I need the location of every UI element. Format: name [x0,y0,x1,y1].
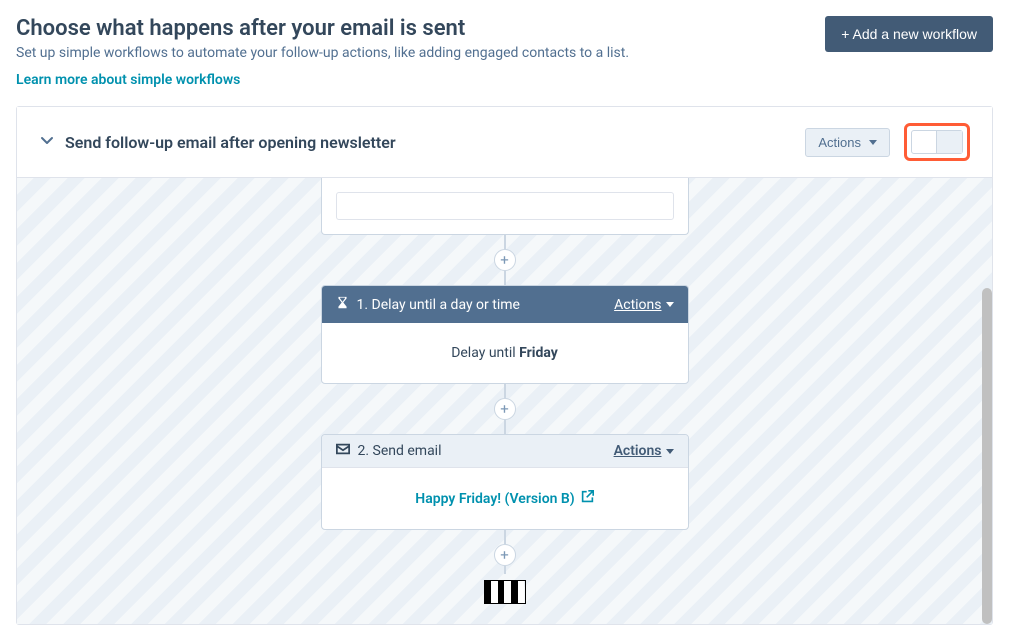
finish-flag-icon [484,580,526,604]
add-step-button[interactable]: + [494,249,516,271]
delay-step-body: Delay until Friday [322,323,688,383]
caret-down-icon [666,449,674,454]
envelope-icon [336,443,350,459]
actions-label: Actions [614,443,662,459]
send-email-step-body: Happy Friday! (Version B) [322,468,688,529]
hourglass-icon [336,296,349,313]
toggle-knob [936,131,962,153]
caret-down-icon [869,140,877,145]
workflow-header: Send follow-up email after opening newsl… [17,107,992,178]
delay-actions-dropdown[interactable]: Actions [614,297,673,313]
workflow-actions-dropdown[interactable]: Actions [805,128,890,157]
canvas-scrollbar[interactable] [982,288,992,624]
actions-label: Actions [818,135,861,150]
add-step-button[interactable]: + [494,544,516,566]
actions-label: Actions [614,297,661,313]
send-email-step-header: 2. Send email Actions [322,435,688,468]
delay-step-card[interactable]: 1. Delay until a day or time Actions Del… [321,285,689,384]
toggle-highlight [904,123,970,161]
delay-step-header: 1. Delay until a day or time Actions [322,286,688,323]
connector-line [504,271,506,285]
workflow-panel: Send follow-up email after opening newsl… [16,106,993,625]
connector-line [504,530,506,544]
send-email-actions-dropdown[interactable]: Actions [614,443,674,459]
external-link-icon [581,490,594,507]
trigger-inner [336,192,674,220]
trigger-card[interactable] [321,178,689,235]
connector-line [504,420,506,434]
page-subtitle: Set up simple workflows to automate your… [16,45,825,61]
workflow-enabled-toggle[interactable] [911,130,963,154]
delay-body-prefix: Delay until [451,345,519,361]
email-preview-link[interactable]: Happy Friday! (Version B) [415,490,593,507]
delay-body-value: Friday [519,345,558,361]
connector-line [504,384,506,398]
send-email-label: 2. Send email [358,443,442,459]
plus-icon: + [500,253,509,268]
send-email-step-card[interactable]: 2. Send email Actions Happy Friday! (Ver… [321,434,689,530]
connector-line [504,566,506,574]
add-workflow-button[interactable]: + Add a new workflow [825,16,993,52]
plus-icon: + [500,548,509,563]
plus-icon: + [500,402,509,417]
delay-step-label: 1. Delay until a day or time [357,297,520,313]
add-step-button[interactable]: + [494,398,516,420]
workflow-canvas[interactable]: + 1. Delay until a day or time Actions [17,178,992,624]
workflow-title: Send follow-up email after opening newsl… [65,133,396,152]
chevron-down-icon[interactable] [39,132,55,152]
email-name: Happy Friday! (Version B) [415,491,574,507]
page-title: Choose what happens after your email is … [16,16,825,41]
connector-line [504,235,506,249]
caret-down-icon [666,302,674,307]
learn-more-link[interactable]: Learn more about simple workflows [16,72,240,88]
